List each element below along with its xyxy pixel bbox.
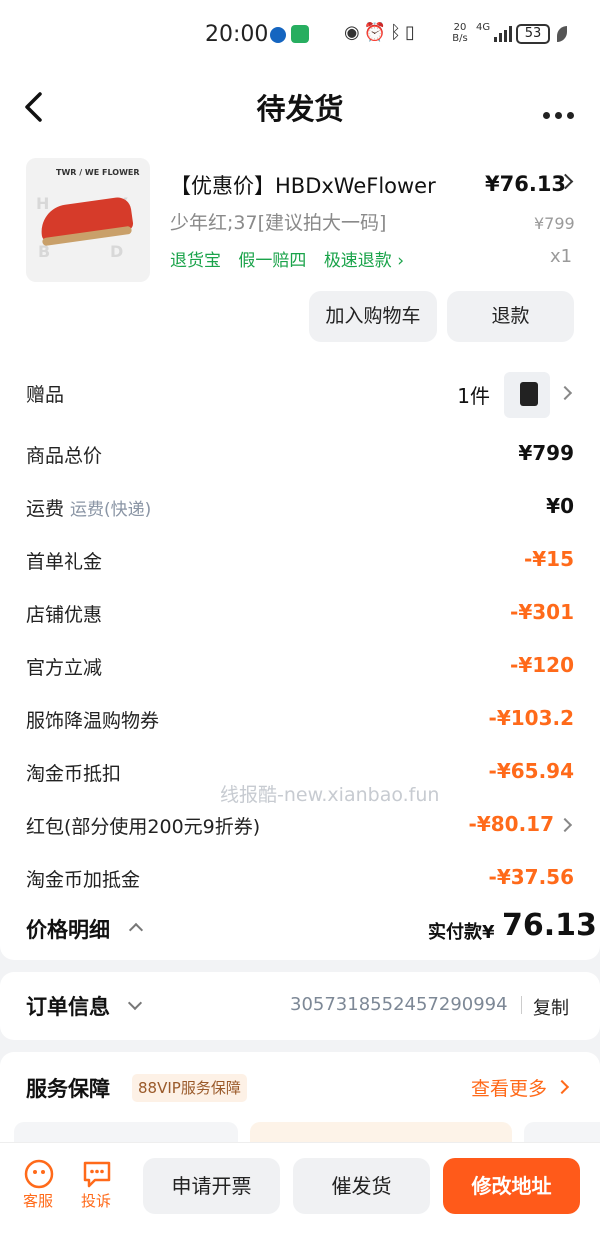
product-spec: 少年红;37[建议拍大一码] bbox=[170, 212, 387, 234]
tag-fake-compensation[interactable]: 假一赔四 bbox=[238, 251, 306, 271]
order-number: 3057318552457290994 bbox=[290, 994, 508, 1015]
product-image-brand: TWR / WE FLOWER bbox=[56, 168, 140, 177]
network-type: 4G bbox=[476, 22, 491, 33]
customer-service-label[interactable]: 客服 bbox=[23, 1190, 53, 1211]
more-icon[interactable] bbox=[543, 104, 579, 123]
product-title[interactable]: 【优惠价】HBDxWeFlower bbox=[170, 170, 436, 200]
status-icons: ◉⏰ᛒ▯ bbox=[344, 22, 419, 43]
product-image[interactable]: TWR / WE FLOWER H Y B D bbox=[26, 158, 150, 282]
alarm-icon: ⏰ bbox=[363, 22, 391, 43]
row-label: 官方立减 bbox=[26, 657, 103, 679]
status-time: 20:00 bbox=[205, 22, 269, 47]
price-row-red-packet[interactable]: 红包(部分使用200元9折券) -¥80.17 bbox=[26, 812, 574, 844]
shipping-method: 运费(快递) bbox=[70, 500, 152, 520]
price-row-coupon: 服饰降温购物券 -¥103.2 bbox=[26, 706, 574, 738]
notification-app-icon bbox=[291, 25, 309, 43]
watermark: 线报酷-new.xianbao.fun bbox=[220, 784, 440, 806]
paid-amount: 76.13 bbox=[502, 908, 597, 943]
copy-button[interactable]: 复制 bbox=[533, 994, 569, 1020]
modify-address-button[interactable]: 修改地址 bbox=[443, 1158, 580, 1214]
price-row-gift[interactable]: 赠品 1件 bbox=[26, 372, 574, 418]
battery-icon: 53 bbox=[516, 24, 550, 44]
row-label: 店铺优惠 bbox=[26, 604, 103, 626]
bottom-action-bar: 客服 投诉 申请开票 催发货 修改地址 bbox=[0, 1143, 600, 1237]
row-label: 服饰降温购物券 bbox=[26, 710, 160, 732]
row-label: 运费 运费(快递) bbox=[26, 498, 152, 520]
gift-thumbnail[interactable] bbox=[504, 372, 550, 418]
row-label: 商品总价 bbox=[26, 445, 103, 467]
service-tags[interactable]: 退货宝 假一赔四 极速退款 › bbox=[170, 246, 416, 271]
product-price[interactable]: ¥76.13 bbox=[485, 172, 566, 196]
eco-leaf-icon bbox=[557, 26, 567, 42]
row-label: 赠品 bbox=[26, 384, 65, 406]
service-title: 服务保障 bbox=[26, 1077, 110, 1101]
row-value: -¥103.2 bbox=[488, 706, 574, 730]
row-value: -¥120 bbox=[510, 653, 574, 677]
price-row-coin-bonus: 淘金币加抵金 -¥37.56 bbox=[26, 865, 574, 897]
gift-count: 1件 bbox=[457, 384, 490, 408]
signal-icon bbox=[494, 26, 512, 42]
price-row-shipping: 运费 运费(快递) ¥0 bbox=[26, 494, 574, 526]
row-value: -¥15 bbox=[523, 547, 574, 571]
row-label: 淘金币加抵金 bbox=[26, 869, 141, 891]
paid-label: 实付款¥ bbox=[428, 922, 495, 943]
row-value: ¥0 bbox=[546, 494, 574, 518]
urge-shipping-button[interactable]: 催发货 bbox=[293, 1158, 430, 1214]
order-info-toggle[interactable]: 订单信息 bbox=[26, 991, 110, 1021]
order-card: TWR / WE FLOWER H Y B D 【优惠价】HBDxWeFlowe… bbox=[0, 146, 600, 960]
price-row-shop-discount: 店铺优惠 -¥301 bbox=[26, 600, 574, 632]
notification-app-icon bbox=[270, 27, 286, 43]
add-to-cart-button[interactable]: 加入购物车 bbox=[309, 291, 437, 342]
vibrate-icon: ▯ bbox=[404, 22, 419, 43]
price-row-total: 商品总价 ¥799 bbox=[26, 441, 574, 473]
row-label: 首单礼金 bbox=[26, 551, 103, 573]
chevron-down-icon[interactable] bbox=[127, 995, 143, 1011]
price-row-official: 官方立减 -¥120 bbox=[26, 653, 574, 685]
row-label: 红包(部分使用200元9折券) bbox=[26, 816, 261, 838]
price-row-first-order: 首单礼金 -¥15 bbox=[26, 547, 574, 579]
row-value: ¥799 bbox=[518, 441, 574, 465]
row-value: -¥80.17 bbox=[468, 812, 554, 836]
see-more-link[interactable]: 查看更多 bbox=[471, 1074, 547, 1101]
chevron-right-icon[interactable] bbox=[557, 385, 573, 401]
customer-service-icon[interactable] bbox=[24, 1159, 54, 1189]
nav-bar: 待发货 bbox=[0, 68, 600, 146]
row-value: -¥301 bbox=[510, 600, 574, 624]
row-label: 淘金币抵扣 bbox=[26, 763, 122, 785]
row-value: -¥37.56 bbox=[488, 865, 574, 889]
tag-return-insurance[interactable]: 退货宝 bbox=[170, 251, 221, 271]
complaint-icon[interactable] bbox=[82, 1159, 112, 1189]
vip-badge: 88VIP服务保障 bbox=[132, 1074, 247, 1102]
order-info-card: 订单信息 3057318552457290994 复制 bbox=[0, 972, 600, 1040]
net-speed: 20 B/s bbox=[452, 22, 468, 44]
product-quantity: x1 bbox=[550, 246, 573, 267]
original-price: ¥799 bbox=[534, 214, 575, 233]
price-detail-toggle[interactable]: 价格明细 bbox=[26, 914, 110, 944]
invoice-button[interactable]: 申请开票 bbox=[143, 1158, 280, 1214]
row-value: -¥65.94 bbox=[488, 759, 574, 783]
bluetooth-icon: ᛒ bbox=[390, 22, 405, 43]
divider bbox=[521, 996, 522, 1014]
status-bar: 20:00 ◉⏰ᛒ▯ 20 B/s 4G 53 bbox=[0, 0, 600, 68]
page-title: 待发货 bbox=[256, 92, 344, 126]
refund-button[interactable]: 退款 bbox=[447, 291, 574, 342]
eye-icon: ◉ bbox=[344, 22, 364, 43]
chevron-right-icon[interactable] bbox=[554, 1079, 570, 1095]
tag-fast-refund[interactable]: 极速退款 › bbox=[324, 251, 404, 271]
complaint-label[interactable]: 投诉 bbox=[81, 1190, 111, 1211]
chevron-right-icon[interactable] bbox=[557, 817, 573, 833]
